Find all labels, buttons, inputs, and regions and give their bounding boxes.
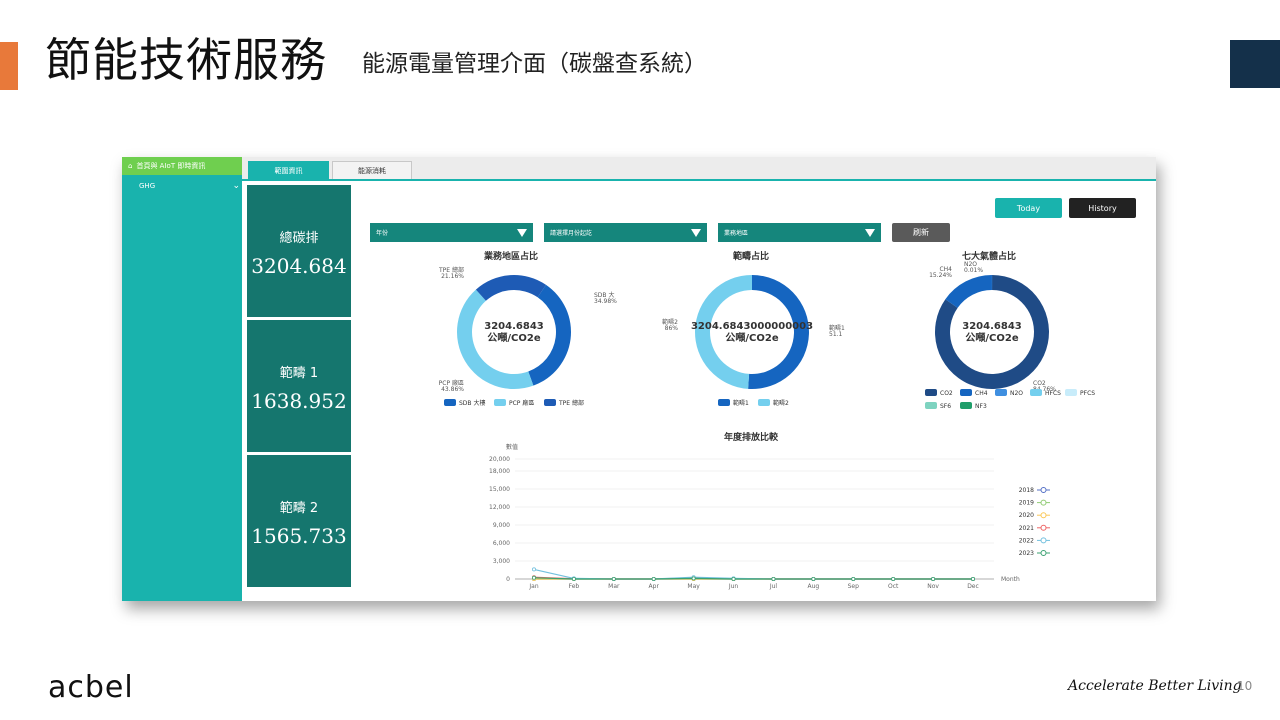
x-axis-title: Month xyxy=(1001,576,1020,583)
legend-label: TPE 總部 xyxy=(558,399,584,407)
slice-label-value: 0.01% xyxy=(964,267,983,274)
legend-label: N2O xyxy=(1010,390,1023,397)
app-screenshot: ⌂ 首頁與 AIoT 即時資訊 GHG ⌄ 範圍資訊 能源消耗 總碳排 3204… xyxy=(122,157,1156,601)
data-point xyxy=(931,576,936,581)
donut-center-unit: 公噸/CO2e xyxy=(725,331,778,344)
legend-marker xyxy=(1040,524,1047,531)
y-tick-label: 3,000 xyxy=(493,558,510,565)
legend-label: 2022 xyxy=(1019,537,1034,544)
x-tick-label: Aug xyxy=(808,583,820,590)
legend-swatch xyxy=(544,399,556,406)
slide: 節能技術服務 能源電量管理介面（碳盤查系統） ⌂ 首頁與 AIoT 即時資訊 G… xyxy=(0,0,1280,720)
y-tick-label: 9,000 xyxy=(493,522,510,529)
legend-marker xyxy=(1040,499,1047,506)
legend-swatch xyxy=(444,399,456,406)
x-tick-label: Feb xyxy=(569,583,580,590)
donut-center-value: 3204.6843000000003 xyxy=(691,321,813,332)
y-tick-label: 15,000 xyxy=(489,486,510,493)
x-tick-label: May xyxy=(687,583,700,590)
slice-label-value: 21.16% xyxy=(441,273,464,280)
legend-label: 2023 xyxy=(1019,550,1034,557)
legend-swatch xyxy=(1030,389,1042,396)
donut-center-unit: 公噸/CO2e xyxy=(487,331,540,344)
y-axis-title: 數值 xyxy=(506,443,518,451)
donut-center-value: 3204.6843 xyxy=(962,321,1022,332)
data-point xyxy=(531,567,536,572)
data-point xyxy=(811,576,816,581)
legend-label: 範疇1 xyxy=(733,399,749,407)
legend-marker xyxy=(1040,537,1047,544)
legend-label: SDB 大樓 xyxy=(459,399,485,407)
legend-label: SF6 xyxy=(940,403,951,410)
donut-center-unit: 公噸/CO2e xyxy=(965,331,1018,344)
data-point xyxy=(651,576,656,581)
donut-slice xyxy=(748,275,810,389)
legend-swatch xyxy=(758,399,770,406)
slice-label-value: 34.98% xyxy=(594,298,617,305)
legend-swatch xyxy=(925,389,937,396)
charts-canvas: 3204.6843公噸/CO2eSDB 大34.98%PCP 廠區43.86%T… xyxy=(438,261,1095,590)
slice-label-value: 15.24% xyxy=(929,272,952,279)
legend-label: CH4 xyxy=(975,390,988,397)
legend-label: NF3 xyxy=(975,403,987,410)
y-tick-label: 18,000 xyxy=(489,468,510,475)
x-tick-label: Jul xyxy=(769,583,778,590)
legend-label: 2021 xyxy=(1019,525,1034,532)
y-tick-label: 12,000 xyxy=(489,504,510,511)
data-point xyxy=(731,576,736,581)
data-point xyxy=(971,576,976,581)
slice-label-value: 86% xyxy=(665,325,679,332)
x-tick-label: Sep xyxy=(848,583,860,590)
data-point xyxy=(571,576,576,581)
data-point xyxy=(851,576,856,581)
data-point xyxy=(611,576,616,581)
legend-swatch xyxy=(494,399,506,406)
legend-swatch xyxy=(718,399,730,406)
legend-swatch xyxy=(925,402,937,409)
legend-swatch xyxy=(995,389,1007,396)
x-tick-label: Oct xyxy=(888,583,899,590)
slice-label-value: 43.86% xyxy=(441,386,464,393)
donut-center-value: 3204.6843 xyxy=(484,321,544,332)
page-number: 10 xyxy=(1237,679,1253,693)
corner-block xyxy=(1230,40,1280,88)
legend-swatch xyxy=(960,389,972,396)
slide-title: 節能技術服務 xyxy=(45,33,327,87)
legend-label: HFCS xyxy=(1045,390,1061,397)
legend-label: CO2 xyxy=(940,390,953,397)
donut-slice xyxy=(945,275,992,308)
slice-label-value: 51.1 xyxy=(829,331,843,338)
legend-label: 2019 xyxy=(1019,500,1034,507)
y-tick-label: 0 xyxy=(506,576,510,583)
legend-swatch xyxy=(960,402,972,409)
x-tick-label: Dec xyxy=(967,583,979,590)
acbel-logo: acbel xyxy=(48,670,134,705)
x-tick-label: Apr xyxy=(649,583,660,590)
data-point xyxy=(891,576,896,581)
slide-subtitle: 能源電量管理介面（碳盤查系統） xyxy=(362,51,707,77)
legend-label: 範疇2 xyxy=(773,399,789,407)
legend-swatch xyxy=(1065,389,1077,396)
data-point xyxy=(531,575,536,580)
data-point xyxy=(691,576,696,581)
legend-marker xyxy=(1040,512,1047,519)
x-tick-label: Jan xyxy=(528,583,538,590)
data-point xyxy=(771,576,776,581)
series-line xyxy=(533,568,973,580)
y-tick-label: 20,000 xyxy=(489,456,510,463)
legend-label: 2018 xyxy=(1019,487,1034,494)
legend-label: PFCS xyxy=(1080,390,1095,397)
legend-marker xyxy=(1040,550,1047,556)
x-tick-label: Jun xyxy=(728,583,739,590)
legend-label: PCP 廠區 xyxy=(509,399,534,407)
x-tick-label: Mar xyxy=(608,583,620,590)
accent-bar xyxy=(0,42,18,90)
legend-marker xyxy=(1040,487,1047,493)
legend-label: 2020 xyxy=(1019,512,1034,519)
y-tick-label: 6,000 xyxy=(493,540,510,547)
x-tick-label: Nov xyxy=(927,583,939,590)
tagline: Accelerate Better Living xyxy=(1068,678,1242,694)
donut-slice xyxy=(475,274,547,301)
